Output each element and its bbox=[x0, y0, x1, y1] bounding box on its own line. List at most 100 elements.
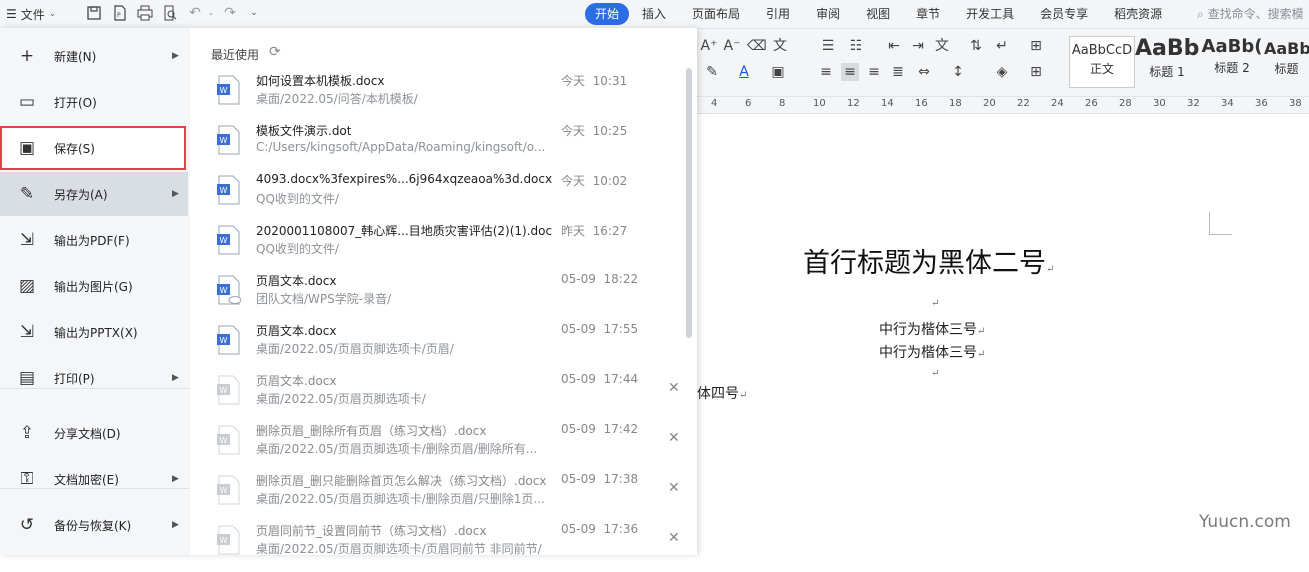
document-page[interactable]: 首行标题为黑体二号↵ ↵ 中行为楷体三号↵ 中行为楷体三号↵ ↵ 宋体四号↵ Y… bbox=[683, 114, 1309, 555]
undo-dropdown-icon[interactable]: ⌄ bbox=[203, 5, 219, 21]
tab-docer[interactable]: 稻壳资源 bbox=[1101, 3, 1175, 25]
print-quick-icon[interactable] bbox=[137, 5, 153, 21]
recent-file-item[interactable]: W 删除页眉_删只能删除首页怎么解决（练习文档）.docx 桌面/2022.05/页… bbox=[190, 472, 685, 522]
ribbon-toolbar: A⁺ A⁻ ⌫ 文 ✎ A ▣ ☰ ☷ ⇤ ⇥ 文 ⇅ ↵ ⊞ ≡ ≡ ≡ ≣ … bbox=[697, 29, 1309, 97]
style-heading-1[interactable]: AaBb 标题 1 bbox=[1135, 36, 1199, 86]
file-menu-item-label: 备份与恢复(K) bbox=[54, 518, 132, 533]
remove-recent-icon[interactable]: ✕ bbox=[668, 480, 680, 496]
style-heading-2[interactable]: AaBb( 标题 2 bbox=[1200, 36, 1264, 86]
tab-member[interactable]: 会员专享 bbox=[1027, 3, 1101, 25]
doc-empty-para: ↵ bbox=[931, 294, 939, 310]
remove-recent-icon[interactable]: ✕ bbox=[668, 430, 680, 446]
recent-file-item[interactable]: W 页眉文本.docx 团队文档/WPS学院-录音/05-09 18:22 bbox=[190, 272, 685, 322]
align-left-icon[interactable]: ≡ bbox=[817, 63, 835, 81]
save-quick-icon[interactable] bbox=[86, 5, 102, 21]
style-name: 标题 bbox=[1274, 62, 1299, 76]
file-menu-item-label: 文档加密(E) bbox=[54, 472, 119, 487]
style-title[interactable]: AaBb 标题 bbox=[1264, 36, 1309, 86]
submenu-arrow-icon: ▶ bbox=[172, 51, 179, 61]
align-right-icon[interactable]: ≡ bbox=[865, 63, 883, 81]
align-center-icon[interactable]: ≡ bbox=[841, 63, 859, 81]
undo-icon[interactable]: ↶ bbox=[187, 5, 203, 21]
tab-insert[interactable]: 插入 bbox=[629, 3, 679, 25]
tab-review[interactable]: 审阅 bbox=[803, 3, 853, 25]
file-menu-item[interactable]: ⚿ 文档加密(E) ▶ bbox=[0, 457, 188, 501]
recent-file-time: 05-09 17:36 bbox=[561, 522, 638, 536]
numbered-list-icon[interactable]: ☷ bbox=[847, 37, 865, 55]
recent-file-item[interactable]: W 2020001108007_韩心辉...目地质灾害评估(2)(1).doc QQ… bbox=[190, 222, 685, 272]
recent-file-clock: 17:55 bbox=[603, 322, 639, 336]
sort-icon[interactable]: ⇅ bbox=[967, 37, 985, 55]
clear-format-icon[interactable]: ⌫ bbox=[747, 37, 767, 55]
remove-recent-icon[interactable]: ✕ bbox=[668, 380, 680, 396]
style-normal[interactable]: AaBbCcD 正文 bbox=[1069, 36, 1135, 88]
tab-section[interactable]: 章节 bbox=[903, 3, 953, 25]
file-menu-item[interactable]: ⇪ 分享文档(D) bbox=[0, 411, 188, 455]
remove-recent-icon[interactable]: ✕ bbox=[668, 530, 680, 546]
doc-line-2[interactable]: 中行为楷体三号↵ bbox=[879, 342, 985, 362]
export-pdf-quick-icon[interactable]: P bbox=[112, 5, 128, 21]
bullet-list-icon[interactable]: ☰ bbox=[819, 37, 837, 55]
svg-text:W: W bbox=[220, 286, 228, 295]
char-border-icon[interactable]: ▣ bbox=[769, 63, 787, 81]
doc-line-1[interactable]: 中行为楷体三号↵ bbox=[879, 319, 985, 339]
horizontal-ruler[interactable]: 4 6 8 10 12 14 16 18 20 22 24 26 28 30 32 34 36 38 bbox=[697, 97, 1309, 114]
recent-file-item[interactable]: W 如何设置本机模板.docx 桌面/2022.05/问答/本机模板/今天 10:3… bbox=[190, 72, 685, 122]
file-menu-item[interactable]: ✎ 另存为(A) ▶ bbox=[0, 172, 188, 216]
show-marks-icon[interactable]: ↵ bbox=[993, 37, 1011, 55]
file-menu-item[interactable]: ▭ 打开(O) bbox=[0, 80, 188, 124]
more-options-icon[interactable]: ⌄ bbox=[246, 5, 262, 21]
recent-file-item[interactable]: W 删除页眉_删除所有页眉（练习文档）.docx 桌面/2022.05/页眉页脚选项… bbox=[190, 422, 685, 472]
image-export-icon: ▨ bbox=[18, 276, 36, 296]
tab-view[interactable]: 视图 bbox=[853, 3, 903, 25]
tab-developer[interactable]: 开发工具 bbox=[953, 3, 1027, 25]
tab-references[interactable]: 引用 bbox=[753, 3, 803, 25]
word-doc-icon: W bbox=[217, 325, 241, 355]
decrease-font-icon[interactable]: A⁻ bbox=[723, 37, 741, 55]
refresh-icon[interactable]: ⟳ bbox=[269, 44, 281, 60]
font-color-icon[interactable]: A bbox=[735, 63, 753, 81]
recent-file-item[interactable]: W 4093.docx%3fexpires%...6j964xqzeaoa%3d.… bbox=[190, 172, 685, 222]
word-doc-icon: W bbox=[217, 425, 241, 455]
justify-icon[interactable]: ≣ bbox=[889, 63, 907, 81]
decrease-indent-icon[interactable]: ⇤ bbox=[885, 37, 903, 55]
save-icon: ▣ bbox=[18, 138, 36, 158]
tab-start[interactable]: 开始 bbox=[585, 3, 630, 25]
recent-file-name: 页眉文本.docx bbox=[256, 374, 337, 388]
file-menu-item[interactable]: + 新建(N) ▶ bbox=[0, 34, 188, 78]
phonetic-icon[interactable]: 文 bbox=[771, 37, 789, 55]
lock-icon: ⚿ bbox=[20, 469, 34, 489]
chinese-layout-icon[interactable]: 文 bbox=[933, 37, 951, 55]
table-grid-icon[interactable]: ⊞ bbox=[1027, 37, 1045, 55]
file-menu-item[interactable]: ▤ 打印(P) ▶ bbox=[0, 356, 188, 400]
shading-icon[interactable]: ◈ bbox=[993, 63, 1011, 81]
file-menu-item[interactable]: ▣ 保存(S) bbox=[0, 126, 186, 170]
recent-file-item[interactable]: W 页眉同前节_设置同前节（练习文档）.docx 桌面/2022.05/页眉页脚选项… bbox=[190, 522, 685, 572]
increase-font-icon[interactable]: A⁺ bbox=[700, 37, 718, 55]
command-search[interactable]: ⌕ 查找命令、搜索模 bbox=[1197, 5, 1304, 22]
folder-icon: ▭ bbox=[18, 92, 36, 112]
file-menu-item[interactable]: ⇲ 输出为PDF(F) bbox=[0, 218, 188, 262]
line-spacing-icon[interactable]: ↕ bbox=[949, 63, 967, 81]
highlight-icon[interactable]: ✎ bbox=[703, 63, 721, 81]
distribute-icon[interactable]: ⇔ bbox=[915, 63, 933, 81]
file-menu-button[interactable]: ☰ 文件 ⌄ bbox=[6, 5, 56, 23]
recent-file-item[interactable]: W 页眉文本.docx 桌面/2022.05/页眉页脚选项卡/页眉/05-09 17… bbox=[190, 322, 685, 372]
doc-heading[interactable]: 首行标题为黑体二号↵ bbox=[803, 241, 1054, 280]
file-menu-item[interactable]: ↺ 备份与恢复(K) ▶ bbox=[0, 503, 188, 547]
recent-file-clock: 17:36 bbox=[603, 522, 639, 536]
border-icon[interactable]: ⊞ bbox=[1027, 63, 1045, 81]
recent-file-item[interactable]: W 模板文件演示.dot C:/Users/kingsoft/AppData/Roa… bbox=[190, 122, 685, 172]
tab-page-layout[interactable]: 页面布局 bbox=[679, 3, 753, 25]
recent-file-item[interactable]: W 页眉文本.docx 桌面/2022.05/页眉页脚选项卡/05-09 17:44… bbox=[190, 372, 685, 422]
file-menu-item[interactable]: ⇲ 输出为PPTX(X) bbox=[0, 310, 188, 354]
file-menu-item[interactable]: ▨ 输出为图片(G) bbox=[0, 264, 188, 308]
menu-separator bbox=[0, 488, 190, 489]
ruler-tick: 8 bbox=[779, 98, 786, 109]
print-preview-icon[interactable] bbox=[162, 5, 178, 21]
increase-indent-icon[interactable]: ⇥ bbox=[909, 37, 927, 55]
search-input[interactable]: 查找命令、搜索模 bbox=[1208, 7, 1304, 21]
cloud-doc-icon: W bbox=[217, 275, 242, 305]
recent-scrollbar[interactable] bbox=[686, 68, 692, 338]
redo-icon[interactable]: ↷ bbox=[222, 5, 238, 21]
